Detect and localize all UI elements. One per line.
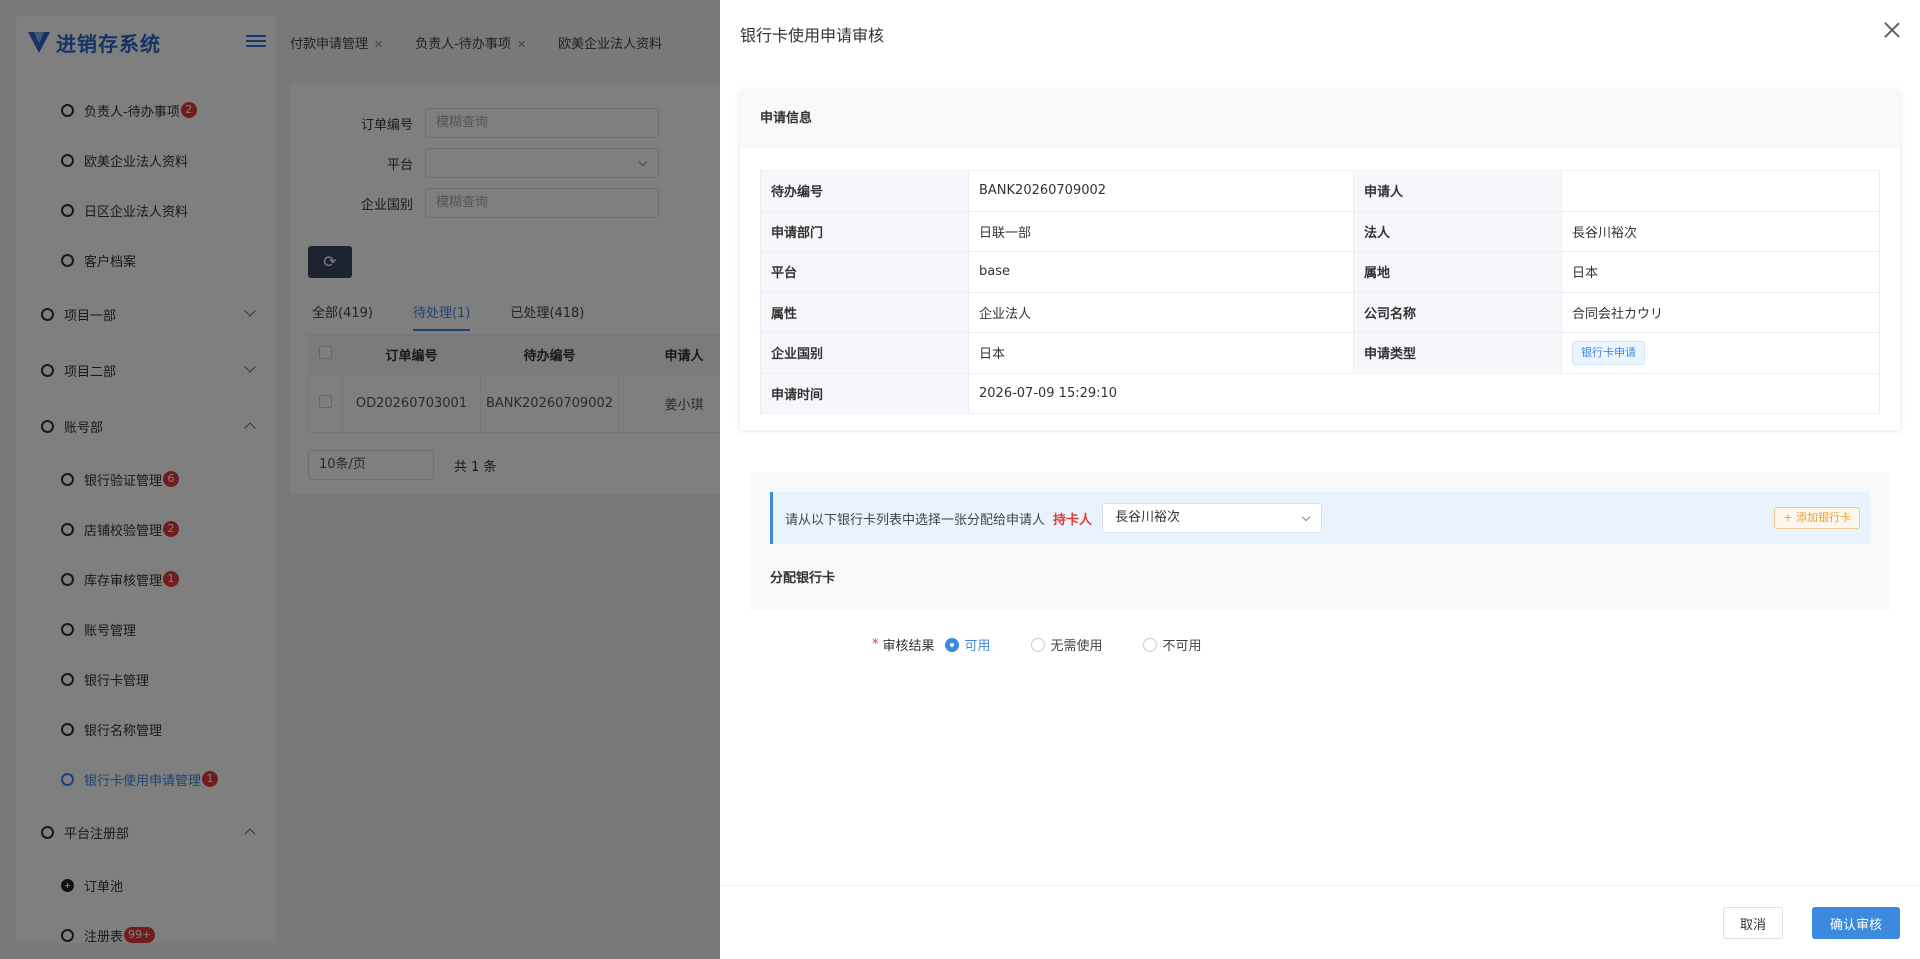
info-key: 属地 [1353,251,1562,293]
request-type-tag: 银行卡申请 [1572,340,1645,365]
required-mark: * [872,637,879,652]
info-table: 待办编号 BANK20260709002 申请人 申请部门 日联一部 法人 長谷… [760,170,1880,414]
application-info-card: 申请信息 待办编号 BANK20260709002 申请人 申请部门 日联一部 … [740,90,1900,430]
assign-hint: 请从以下银行卡列表中选择一张分配给申请人 [785,512,1046,528]
info-value: 日本 [968,332,1354,374]
card-title: 申请信息 [740,90,1900,148]
info-value: base [968,251,1354,293]
info-key: 申请部门 [760,210,969,252]
result-label: 审核结果 [882,639,935,654]
cancel-button[interactable]: 取消 [1723,907,1783,939]
info-value: 合同会社カウリ [1561,291,1880,333]
assign-hint-bar: 请从以下银行卡列表中选择一张分配给申请人 持卡人 長谷川裕次 + 添加银行卡 [770,492,1870,544]
info-key: 企业国别 [760,332,969,374]
info-value: 银行卡申请 [1561,332,1880,374]
info-value: BANK20260709002 [968,170,1354,212]
info-key: 申请人 [1353,170,1562,212]
info-value: 日联一部 [968,210,1354,252]
info-key: 属性 [760,291,969,333]
info-key: 待办编号 [760,170,969,212]
radio-dot [944,637,959,652]
close-icon[interactable] [1882,20,1902,40]
holder-label: 持卡人 [1053,512,1093,528]
assign-card-section: 请从以下银行卡列表中选择一张分配给申请人 持卡人 長谷川裕次 + 添加银行卡 分… [750,472,1890,610]
radio-not-needed[interactable]: 无需使用 [1030,635,1103,654]
info-value: 企业法人 [968,291,1354,333]
info-key: 申请类型 [1353,332,1562,374]
info-value [1561,170,1880,212]
radio-unavailable[interactable]: 不可用 [1142,635,1202,654]
radio-dot [1030,637,1045,652]
review-result: * 审核结果 可用 无需使用 不可用 [872,635,1242,654]
radio-dot [1142,637,1157,652]
info-value: 長谷川裕次 [1561,210,1880,252]
assign-section-label: 分配银行卡 [770,571,836,586]
info-key: 法人 [1353,210,1562,252]
info-value: 日本 [1561,251,1880,293]
confirm-review-button[interactable]: 确认审核 [1812,907,1900,939]
chevron-down-icon [1301,512,1311,522]
info-key: 申请时间 [760,372,969,414]
holder-select[interactable]: 長谷川裕次 [1102,503,1323,533]
radio-available[interactable]: 可用 [944,635,991,654]
add-bank-card-button[interactable]: + 添加银行卡 [1774,507,1860,529]
info-key: 平台 [760,251,969,293]
info-key: 公司名称 [1353,291,1562,333]
info-value: 2026-07-09 15:29:10 [968,372,1880,414]
review-drawer: 银行卡使用申请审核 申请信息 待办编号 BANK20260709002 申请人 … [720,0,1920,959]
drawer-title: 银行卡使用申请审核 [740,26,885,45]
drawer-footer: 取消 确认审核 [720,885,1920,959]
